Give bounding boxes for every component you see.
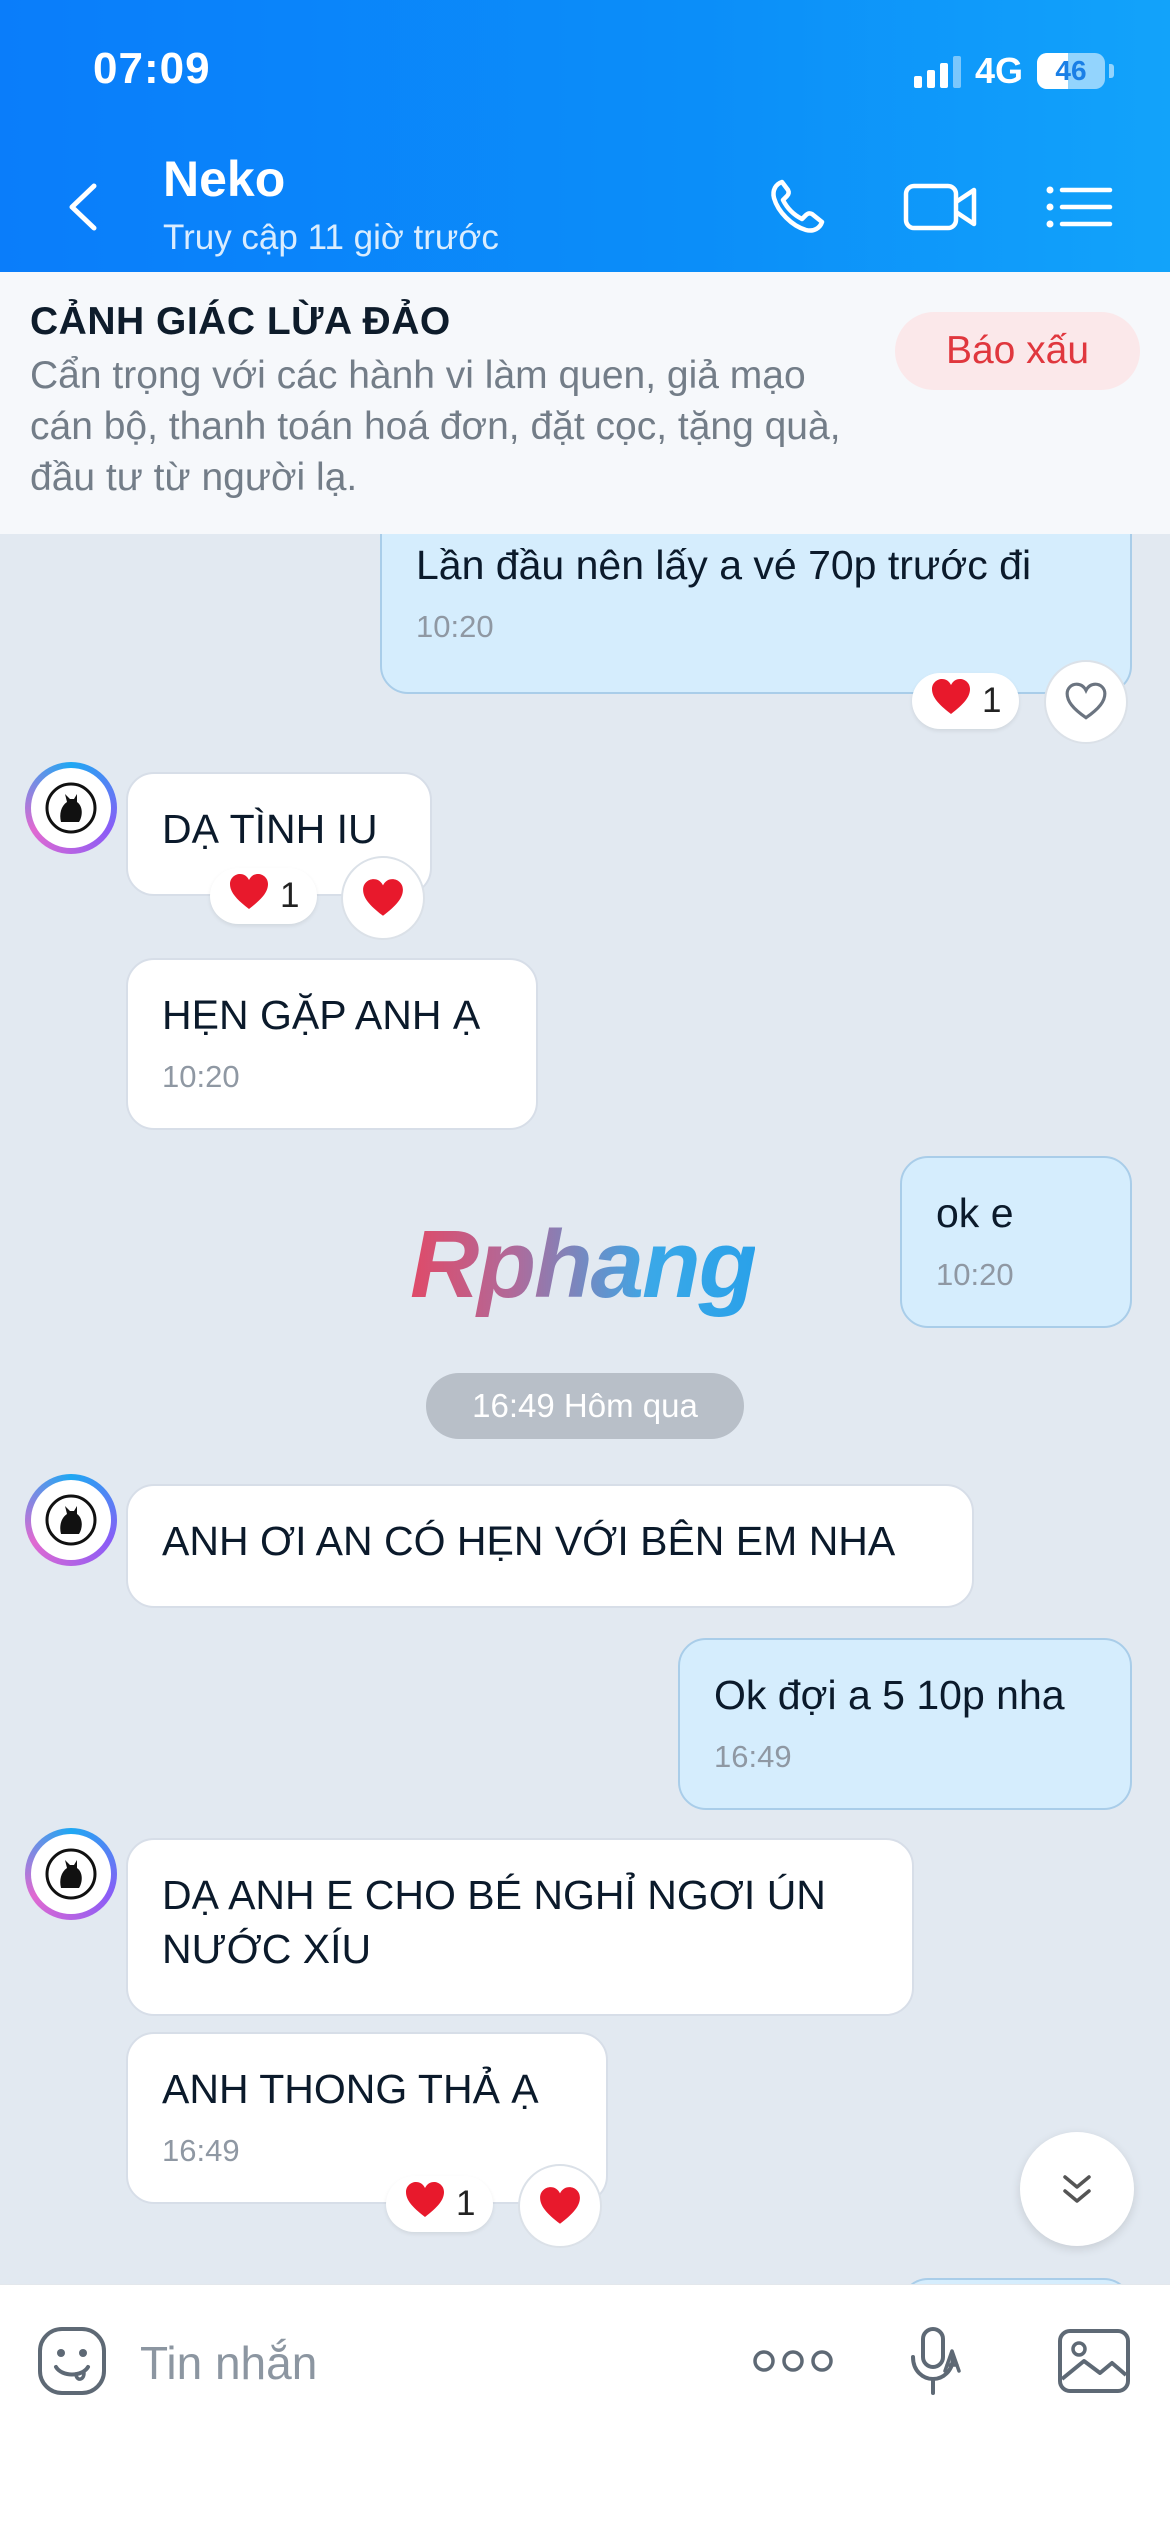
message-time: 10:20 — [162, 1059, 240, 1094]
image-icon[interactable] — [1054, 2321, 1134, 2401]
report-button[interactable]: Báo xấu — [895, 312, 1140, 390]
reaction-count: 1 — [982, 681, 1002, 720]
reaction-summary[interactable]: 1 — [210, 868, 318, 924]
message-text: Lần đầu nên lấy a vé 70p trước đi — [416, 542, 1032, 588]
watermark-logo: Rphang — [410, 1211, 757, 1318]
heart-icon[interactable] — [518, 2164, 602, 2248]
message-bubble-outgoing[interactable]: Lần đầu nên lấy a vé 70p trước đi 10:20 — [380, 534, 1132, 694]
heart-icon — [228, 873, 270, 920]
scam-warning-banner: CẢNH GIÁC LỪA ĐẢO Cẩn trọng với các hành… — [0, 272, 1170, 534]
battery-icon: 46 — [1037, 53, 1105, 89]
message-time: 10:20 — [936, 1257, 1014, 1292]
message-input[interactable] — [140, 2325, 700, 2401]
reaction-summary[interactable]: 1 — [912, 673, 1020, 729]
menu-list-icon[interactable] — [1040, 172, 1120, 242]
heart-icon — [404, 2181, 446, 2228]
reaction-count: 1 — [280, 876, 300, 915]
avatar[interactable] — [25, 1828, 117, 1920]
heart-icon[interactable] — [341, 856, 425, 940]
message-text: HẸN GẶP ANH Ạ — [162, 992, 481, 1038]
contact-name[interactable]: Neko — [163, 150, 285, 208]
message-bubble-incoming[interactable]: DẠ ANH E CHO BÉ NGHỈ NGƠI ÚN NƯỚC XÍU — [126, 1838, 914, 2016]
message-bubble-incoming[interactable]: ANH ƠI AN CÓ HẸN VỚI BÊN EM NHA — [126, 1484, 974, 1608]
message-text: Ok đợi a 5 10p nha — [714, 1672, 1065, 1718]
more-dots-icon[interactable] — [748, 2321, 833, 2401]
chat-area[interactable]: Lần đầu nên lấy a vé 70p trước đi 10:20 … — [0, 534, 1170, 2284]
warning-title: CẢNH GIÁC LỪA ĐẢO — [30, 300, 451, 343]
message-text: ANH THONG THẢ Ạ — [162, 2066, 539, 2112]
back-icon[interactable] — [60, 172, 110, 242]
message-text: ANH ƠI AN CÓ HẸN VỚI BÊN EM NHA — [162, 1518, 896, 1564]
message-time: 16:49 — [162, 2133, 240, 2168]
avatar[interactable] — [25, 1474, 117, 1566]
chat-header: 07:09 4G 46 Neko Truy cập 11 giờ trước — [0, 0, 1170, 272]
reaction-summary[interactable]: 1 — [386, 2176, 494, 2232]
date-divider: 16:49 Hôm qua — [426, 1373, 744, 1439]
status-indicators: 4G 46 — [913, 50, 1114, 92]
message-bubble-outgoing[interactable]: Ok đợi a 5 10p nha 16:49 — [678, 1638, 1132, 1810]
sticker-icon[interactable] — [32, 2321, 112, 2401]
warning-text: Cẩn trọng với các hành vi làm quen, giả … — [30, 354, 841, 499]
status-time: 07:09 — [93, 44, 211, 93]
chevron-double-down-icon[interactable] — [1020, 2132, 1134, 2246]
message-text: DẠ ANH E CHO BÉ NGHỈ NGƠI ÚN NƯỚC XÍU — [162, 1872, 826, 1972]
phone-icon[interactable] — [760, 172, 840, 242]
video-call-icon[interactable] — [900, 172, 980, 242]
heart-outline-icon[interactable] — [1044, 660, 1128, 744]
message-bubble-incoming[interactable]: HẸN GẶP ANH Ạ 10:20 — [126, 958, 538, 1130]
message-bubble-outgoing[interactable]: ok e 10:20 — [900, 1156, 1132, 1328]
message-time: 10:20 — [416, 609, 494, 644]
voice-mic-icon[interactable] — [895, 2321, 975, 2401]
reaction-count: 1 — [456, 2184, 476, 2223]
network-type: 4G — [974, 50, 1023, 91]
battery-level: 46 — [1055, 55, 1087, 86]
heart-icon — [930, 678, 972, 725]
contact-last-seen: Truy cập 11 giờ trước — [163, 218, 499, 257]
message-text: DẠ TÌNH IU — [162, 806, 378, 852]
message-time: 16:49 — [714, 1739, 792, 1774]
avatar[interactable] — [25, 762, 117, 854]
message-input-bar — [0, 2284, 1170, 2532]
signal-icon — [913, 54, 961, 88]
message-text: ok e — [936, 1190, 1014, 1236]
